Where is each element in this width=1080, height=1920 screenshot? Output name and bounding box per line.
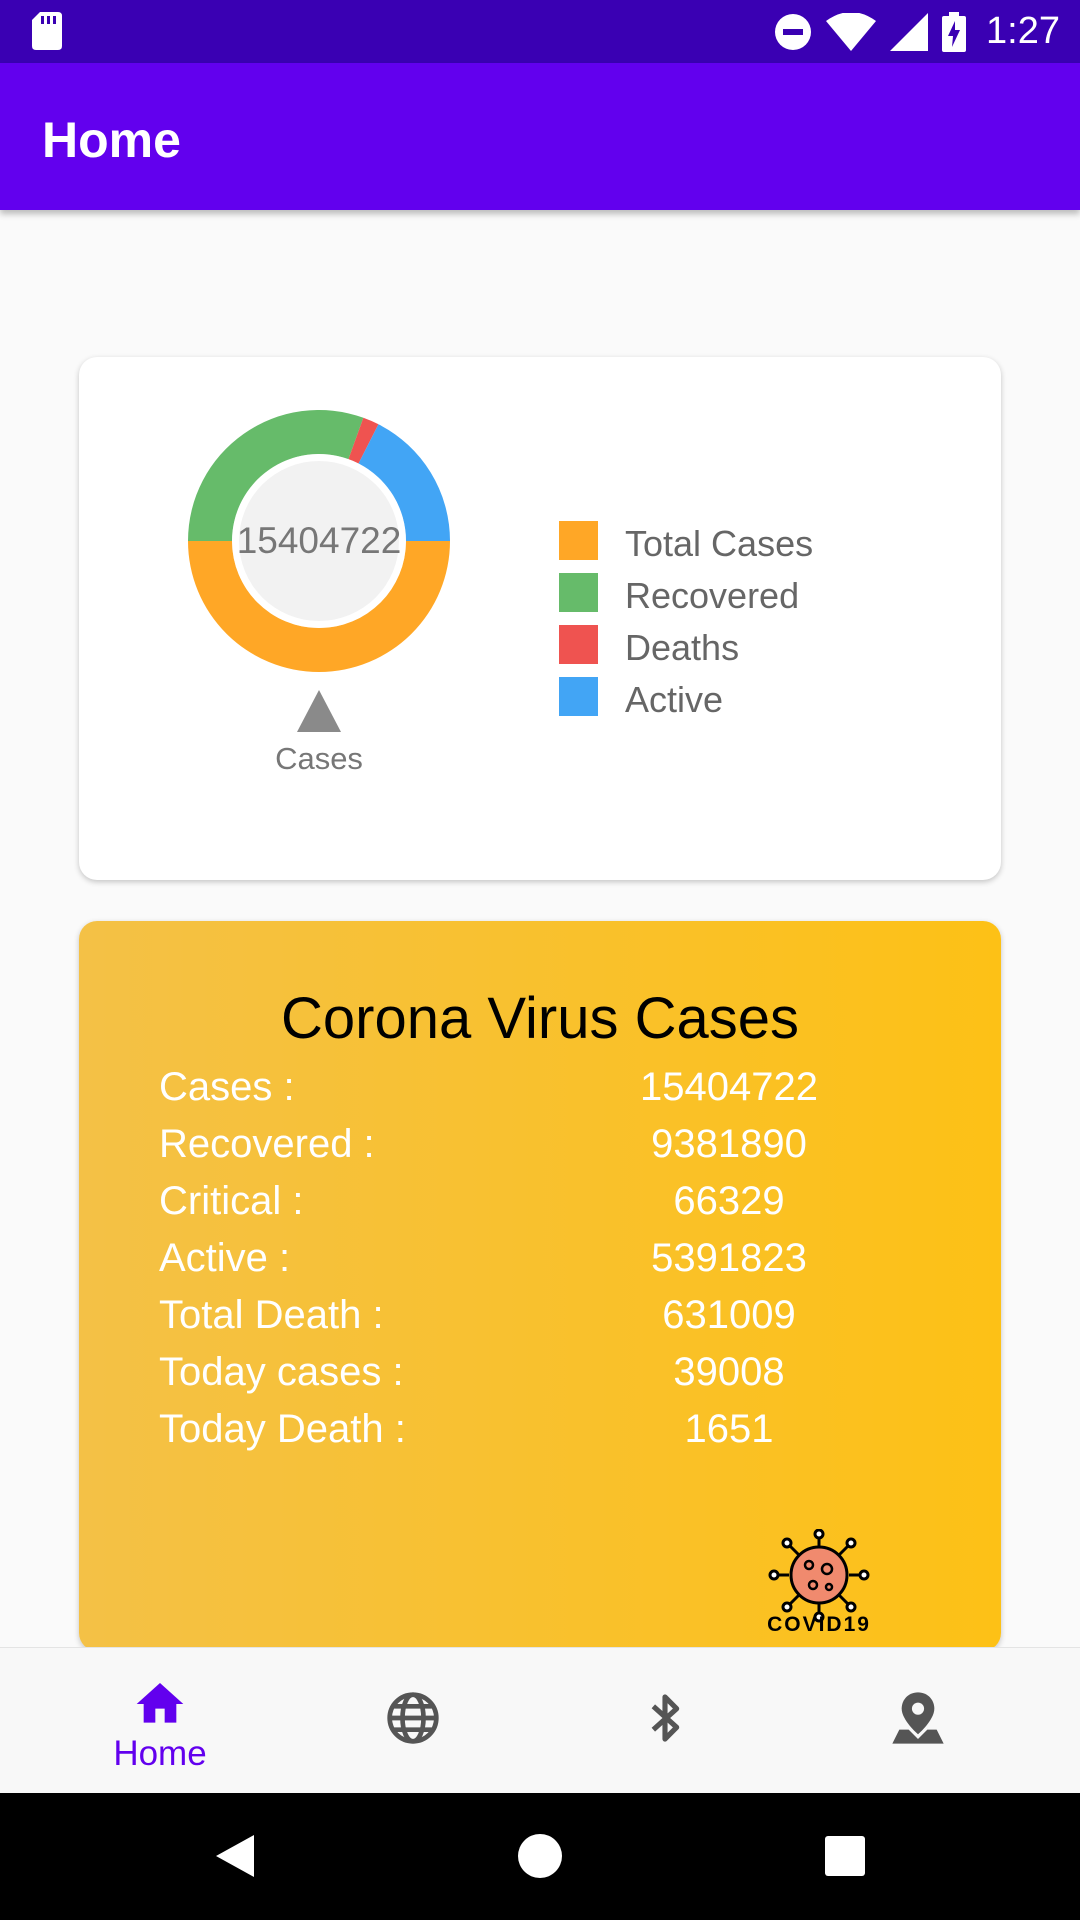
stat-label: Today cases : xyxy=(159,1350,404,1394)
legend-label: Active xyxy=(625,679,724,720)
system-navigation-bar xyxy=(0,1793,1080,1920)
nav-item-world[interactable] xyxy=(278,1648,548,1794)
chart-card: 15404722 Cases Total Cases Recovered Dea… xyxy=(79,357,1001,880)
stat-label: Active : xyxy=(159,1236,291,1280)
battery-charging-icon xyxy=(942,11,967,52)
recents-icon[interactable] xyxy=(820,1831,870,1881)
home-icon xyxy=(136,1683,184,1723)
sd-card-icon xyxy=(32,12,62,50)
stat-row-recovered: Recovered : 9381890 xyxy=(79,1122,1001,1178)
stat-label: Today Death : xyxy=(159,1407,406,1451)
signal-icon xyxy=(890,12,929,51)
stat-value: 1651 xyxy=(684,1407,774,1451)
do-not-disturb-icon xyxy=(775,13,812,50)
stat-value: 39008 xyxy=(673,1350,785,1394)
legend-swatch xyxy=(559,521,598,560)
legend-swatch xyxy=(559,573,598,612)
stat-row-today-death: Today Death : 1651 xyxy=(79,1407,1001,1463)
bluetooth-icon xyxy=(651,1694,680,1742)
app-bar: Home xyxy=(0,63,1080,210)
legend-swatch xyxy=(559,677,598,716)
stat-row-critical: Critical : 66329 xyxy=(79,1179,1001,1235)
nav-item-bluetooth[interactable] xyxy=(530,1648,800,1794)
stat-row-today-cases: Today cases : 39008 xyxy=(79,1350,1001,1406)
home-circle-icon[interactable] xyxy=(515,1831,565,1881)
stat-row-total-death: Total Death : 631009 xyxy=(79,1293,1001,1349)
stat-label: Total Death : xyxy=(159,1293,384,1337)
legend-label: Recovered xyxy=(625,575,800,616)
stat-row-active: Active : 5391823 xyxy=(79,1236,1001,1292)
stat-row-cases: Cases : 15404722 xyxy=(79,1065,1001,1121)
bottom-navigation: Home xyxy=(0,1647,1080,1794)
nav-item-home[interactable]: Home xyxy=(25,1648,295,1794)
back-icon[interactable] xyxy=(210,1831,260,1881)
status-bar: 1:27 xyxy=(0,0,1080,63)
stats-card: Corona Virus Cases Cases : 15404722 Reco… xyxy=(79,921,1001,1651)
chart-description: Cases xyxy=(275,741,363,776)
nav-item-map[interactable] xyxy=(783,1648,1053,1794)
legend-label: Total Cases xyxy=(625,523,814,564)
description-arrow-icon xyxy=(297,690,341,732)
stats-title: Corona Virus Cases xyxy=(281,986,799,1051)
stat-value: 66329 xyxy=(673,1179,785,1223)
nav-label-home: Home xyxy=(113,1734,207,1773)
status-time: 1:27 xyxy=(986,10,1060,52)
map-pin-icon xyxy=(892,1692,944,1744)
status-icons: 1:27 xyxy=(774,0,1060,63)
chart-center-label: 15404722 xyxy=(236,520,402,561)
covid-logo-text: COVID19 xyxy=(767,1613,871,1636)
stat-label: Critical : xyxy=(159,1179,304,1223)
legend-swatch xyxy=(559,625,598,664)
stat-value: 5391823 xyxy=(651,1236,807,1280)
wifi-icon xyxy=(826,12,877,51)
stat-label: Recovered : xyxy=(159,1122,375,1166)
page-title: Home xyxy=(42,112,181,168)
globe-icon xyxy=(387,1692,439,1744)
stat-label: Cases : xyxy=(159,1065,295,1109)
legend-label: Deaths xyxy=(625,627,740,668)
stat-value: 9381890 xyxy=(651,1122,807,1166)
stat-value: 631009 xyxy=(662,1293,796,1337)
stat-value: 15404722 xyxy=(640,1065,818,1109)
